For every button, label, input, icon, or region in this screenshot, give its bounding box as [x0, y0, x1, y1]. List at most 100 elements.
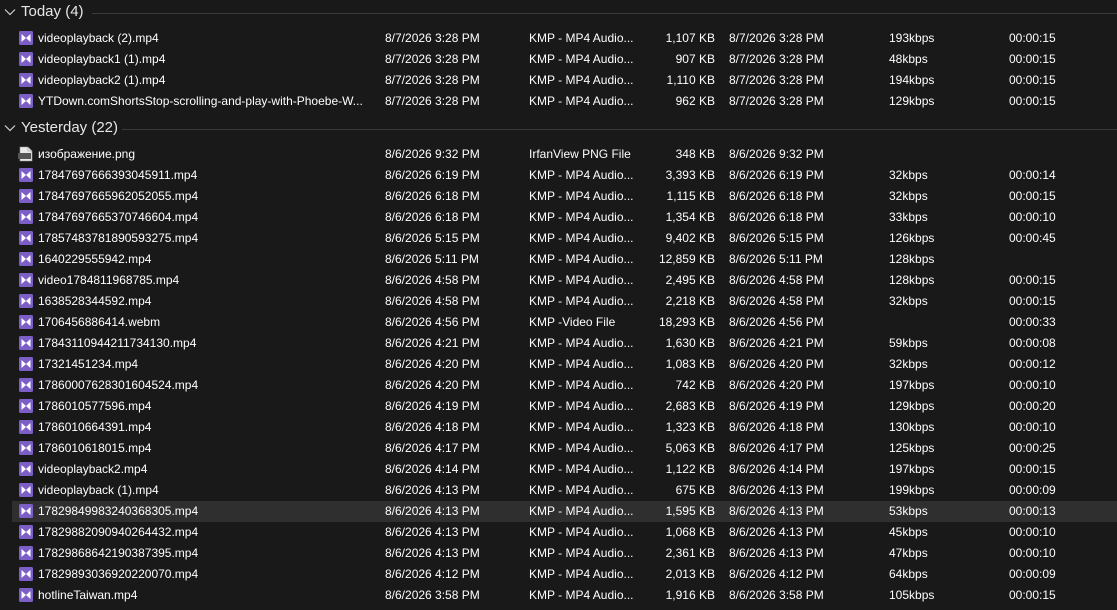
date-modified: 8/6/2026 9:32 PM [729, 147, 824, 161]
file-row[interactable]: 17321451234.mp4 8/6/2026 4:20 PM KMP - MP4… [12, 354, 1117, 375]
file-type: KMP - MP4 Audio... [529, 567, 634, 581]
group-header-yesterday[interactable]: Yesterday (22) [0, 116, 1117, 142]
file-name: videoplayback1 (1).mp4 [38, 52, 166, 66]
file-row[interactable]: 17843110944211734130.mp4 8/6/2026 4:21 PM… [12, 333, 1117, 354]
bit-rate: 128kbps [889, 252, 935, 266]
png-file-icon [18, 146, 34, 162]
file-row[interactable]: изображение.png 8/6/2026 9:32 PM IrfanView… [12, 144, 1117, 165]
bit-rate: 193kbps [889, 31, 935, 45]
chevron-down-icon[interactable] [3, 121, 17, 135]
file-name: 17321451234.mp4 [38, 357, 139, 371]
duration: 00:00:15 [1009, 462, 1056, 476]
file-type: KMP - MP4 Audio... [529, 525, 634, 539]
file-row[interactable]: 17829849983240368305.mp4 8/6/2026 4:13 PM… [12, 501, 1117, 522]
file-size: 3,393 KB [665, 168, 715, 182]
duration: 00:00:10 [1009, 210, 1056, 224]
date-created: 8/6/2026 6:18 PM [385, 210, 480, 224]
file-name: 17847697665370746604.mp4 [38, 210, 199, 224]
file-name: 17829893036920220070.mp4 [38, 567, 199, 581]
date-created: 8/6/2026 4:17 PM [385, 441, 480, 455]
date-modified: 8/6/2026 5:15 PM [729, 231, 824, 245]
file-type: KMP - MP4 Audio... [529, 504, 634, 518]
bit-rate: 105kbps [889, 588, 935, 602]
file-row[interactable]: 17829868642190387395.mp4 8/6/2026 4:13 PM… [12, 543, 1117, 564]
file-row[interactable]: videoplayback (1).mp4 8/6/2026 4:13 PM KMP… [12, 480, 1117, 501]
duration: 00:00:15 [1009, 94, 1056, 108]
file-size: 742 KB [675, 378, 715, 392]
video-file-icon [18, 377, 34, 393]
video-file-icon [18, 587, 34, 603]
date-created: 8/7/2026 3:28 PM [385, 73, 480, 87]
date-modified: 8/6/2026 5:11 PM [729, 252, 823, 266]
date-created: 8/6/2026 3:58 PM [385, 588, 480, 602]
duration: 00:00:20 [1009, 399, 1056, 413]
file-size: 1,595 KB [665, 504, 715, 518]
date-created: 8/6/2026 4:19 PM [385, 399, 480, 413]
date-modified: 8/6/2026 4:20 PM [729, 378, 824, 392]
video-file-icon [18, 335, 34, 351]
bit-rate: 32kbps [889, 294, 928, 308]
duration: 00:00:15 [1009, 52, 1056, 66]
duration: 00:00:45 [1009, 231, 1056, 245]
file-row[interactable]: hotlineTaiwan.mp4 8/6/2026 3:58 PM KMP - M… [12, 585, 1117, 606]
file-row[interactable]: videoplayback (2).mp4 8/7/2026 3:28 PM KMP… [12, 28, 1117, 49]
file-row[interactable]: 17829882090940264432.mp4 8/6/2026 4:13 PM… [12, 522, 1117, 543]
video-file-icon [18, 524, 34, 540]
file-row[interactable]: 1640229555942.mp4 8/6/2026 5:11 PM KMP - M… [12, 249, 1117, 270]
file-row[interactable]: 17857483781890593275.mp4 8/6/2026 5:15 PM… [12, 228, 1117, 249]
file-row[interactable]: 1786010577596.mp4 8/6/2026 4:19 PM KMP - M… [12, 396, 1117, 417]
file-name: 17829882090940264432.mp4 [38, 525, 199, 539]
bit-rate: 129kbps [889, 94, 935, 108]
file-size: 2,683 KB [665, 399, 715, 413]
file-row[interactable]: 1638528344592.mp4 8/6/2026 4:58 PM KMP - M… [12, 291, 1117, 312]
duration: 00:00:09 [1009, 567, 1056, 581]
video-file-icon [18, 440, 34, 456]
duration: 00:00:10 [1009, 546, 1056, 560]
group-header-today[interactable]: Today (4) [0, 0, 1117, 26]
file-row[interactable]: videoplayback2.mp4 8/6/2026 4:14 PM KMP - … [12, 459, 1117, 480]
file-size: 2,361 KB [665, 546, 715, 560]
video-file-icon [18, 272, 34, 288]
file-row[interactable]: videoplayback1 (1).mp4 8/7/2026 3:28 PM KM… [12, 49, 1117, 70]
file-type: KMP - MP4 Audio... [529, 189, 634, 203]
chevron-down-icon[interactable] [3, 5, 17, 19]
file-row[interactable]: 17860007628301604524.mp4 8/6/2026 4:20 PM… [12, 375, 1117, 396]
date-created: 8/6/2026 4:58 PM [385, 273, 480, 287]
duration: 00:00:10 [1009, 525, 1056, 539]
file-row[interactable]: 1786010618015.mp4 8/6/2026 4:17 PM KMP - M… [12, 438, 1117, 459]
file-type: KMP -Video File [529, 315, 616, 329]
file-size: 2,013 KB [665, 567, 715, 581]
file-name: 17847697666393045911.mp4 [38, 168, 198, 182]
file-row[interactable]: 1786010664391.mp4 8/6/2026 4:18 PM KMP - M… [12, 417, 1117, 438]
date-modified: 8/6/2026 4:12 PM [729, 567, 824, 581]
file-row[interactable]: 17847697665962052055.mp4 8/6/2026 6:18 PM… [12, 186, 1117, 207]
date-created: 8/6/2026 4:21 PM [385, 336, 480, 350]
file-size: 962 KB [675, 94, 715, 108]
file-name: 1640229555942.mp4 [38, 252, 152, 266]
date-created: 8/6/2026 4:13 PM [385, 525, 480, 539]
file-size: 12,859 KB [658, 252, 715, 266]
file-row[interactable]: YTDown.comShortsStop-scrolling-and-play-… [12, 91, 1117, 112]
video-file-icon [18, 419, 34, 435]
date-created: 8/6/2026 4:20 PM [385, 357, 480, 371]
file-size: 9,402 KB [665, 231, 715, 245]
file-row[interactable]: video1784811968785.mp4 8/6/2026 4:58 PM KM… [12, 270, 1117, 291]
video-file-icon [18, 482, 34, 498]
file-row[interactable]: 17847697666393045911.mp4 8/6/2026 6:19 PM… [12, 165, 1117, 186]
file-name: 1786010664391.mp4 [38, 420, 152, 434]
file-row[interactable]: 17829893036920220070.mp4 8/6/2026 4:12 PM… [12, 564, 1117, 585]
file-type: KMP - MP4 Audio... [529, 273, 634, 287]
file-type: KMP - MP4 Audio... [529, 420, 634, 434]
duration: 00:00:09 [1009, 483, 1056, 497]
file-type: IrfanView PNG File [529, 147, 631, 161]
bit-rate: 128kbps [889, 273, 935, 287]
video-file-icon [18, 566, 34, 582]
file-type: KMP - MP4 Audio... [529, 357, 634, 371]
file-row[interactable]: 1706456886414.webm 8/6/2026 4:56 PM KMP -V… [12, 312, 1117, 333]
video-file-icon [18, 314, 34, 330]
date-created: 8/6/2026 4:13 PM [385, 483, 480, 497]
file-row[interactable]: 17847697665370746604.mp4 8/6/2026 6:18 PM… [12, 207, 1117, 228]
file-row[interactable]: videoplayback2 (1).mp4 8/7/2026 3:28 PM KM… [12, 70, 1117, 91]
file-name: YTDown.comShortsStop-scrolling-and-play-… [38, 94, 363, 108]
video-file-icon [18, 356, 34, 372]
